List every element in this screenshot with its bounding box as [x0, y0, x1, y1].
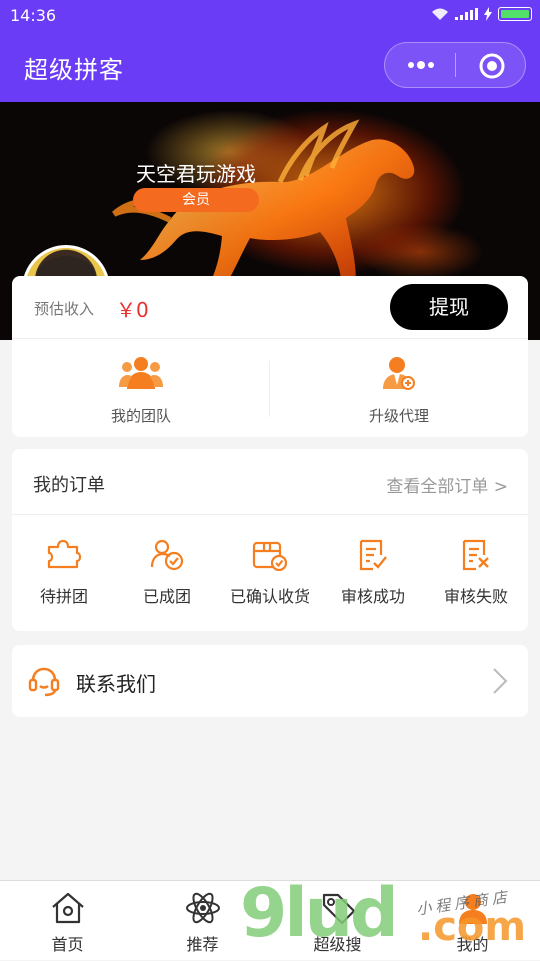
- chevron-right-icon: [493, 668, 508, 694]
- group-check-icon: [150, 539, 184, 571]
- view-all-orders-link[interactable]: 查看全部订单 >: [386, 472, 508, 497]
- contact-us-row[interactable]: 联系我们: [12, 645, 528, 717]
- team-card: 我的团队 升级代理: [12, 338, 528, 437]
- member-badge: 会员: [133, 188, 259, 212]
- more-dots-icon[interactable]: [403, 51, 439, 79]
- earnings-amount: ￥0: [116, 298, 149, 322]
- order-status-list: 待拼团 已成团 已确认收货 审核成功 审核失败: [12, 515, 528, 631]
- order-status-grouped[interactable]: 已成团: [115, 515, 219, 631]
- capsule-divider: [455, 53, 456, 77]
- battery-icon: [498, 7, 532, 21]
- tag-icon: [322, 893, 355, 925]
- doc-check-icon: [359, 539, 387, 571]
- home-icon: [51, 892, 84, 924]
- target-close-icon[interactable]: [477, 51, 507, 81]
- user-icon: [458, 894, 487, 924]
- system-indicators: [431, 7, 532, 21]
- contact-us-label: 联系我们: [76, 672, 156, 696]
- username: 天空君玩游戏: [136, 162, 256, 186]
- tab-label: 我的: [456, 935, 489, 954]
- tab-label: 超级搜: [313, 935, 362, 954]
- my-team-entry[interactable]: 我的团队: [12, 339, 270, 437]
- tab-mine[interactable]: 我的: [405, 881, 540, 961]
- order-status-review-failed[interactable]: 审核失败: [424, 515, 528, 631]
- charging-icon: [484, 7, 492, 21]
- orders-card: 我的订单 查看全部订单 > 待拼团 已成团 已确认收货 审核成功 审核失败: [12, 449, 528, 631]
- signal-icon: [455, 8, 478, 20]
- mini-program-capsule: [384, 42, 526, 88]
- orders-title: 我的订单: [33, 475, 105, 496]
- page-title: 超级拼客: [24, 56, 124, 84]
- order-status-label: 已成团: [142, 587, 191, 606]
- tab-bar: 首页 推荐 超级搜 我的: [0, 880, 540, 960]
- tab-home[interactable]: 首页: [0, 881, 135, 961]
- agent-upgrade-icon: [383, 357, 415, 390]
- team-icon: [119, 357, 163, 389]
- order-status-label: 审核失败: [443, 587, 508, 606]
- order-status-review-success[interactable]: 审核成功: [321, 515, 425, 631]
- order-status-label: 待拼团: [39, 587, 88, 606]
- order-status-received[interactable]: 已确认收货: [218, 515, 322, 631]
- earnings-label: 预估收入: [34, 300, 95, 318]
- withdraw-button[interactable]: 提现: [390, 284, 508, 330]
- status-time: 14:36: [10, 6, 57, 25]
- order-status-label: 审核成功: [340, 587, 405, 606]
- earnings-card: 预估收入 ￥0 提现: [12, 276, 528, 338]
- tab-label: 首页: [51, 935, 84, 954]
- my-team-label: 我的团队: [110, 407, 171, 425]
- puzzle-icon: [47, 539, 82, 569]
- headset-icon: [28, 667, 60, 697]
- upgrade-agent-entry[interactable]: 升级代理: [270, 339, 528, 437]
- tab-label: 推荐: [186, 935, 219, 954]
- order-status-label: 已确认收货: [229, 587, 310, 606]
- atom-icon: [185, 892, 220, 924]
- order-status-pending-group[interactable]: 待拼团: [12, 515, 116, 631]
- doc-fail-icon: [462, 539, 489, 571]
- orders-header: 我的订单 查看全部订单 >: [12, 449, 528, 515]
- tab-super-search[interactable]: 超级搜: [270, 881, 405, 961]
- box-check-icon: [252, 541, 288, 571]
- upgrade-agent-label: 升级代理: [368, 407, 429, 425]
- tab-recommend[interactable]: 推荐: [135, 881, 270, 961]
- navigation-bar: 超级拼客: [0, 32, 540, 102]
- wifi-icon: [432, 8, 448, 20]
- status-bar: 14:36: [0, 0, 540, 32]
